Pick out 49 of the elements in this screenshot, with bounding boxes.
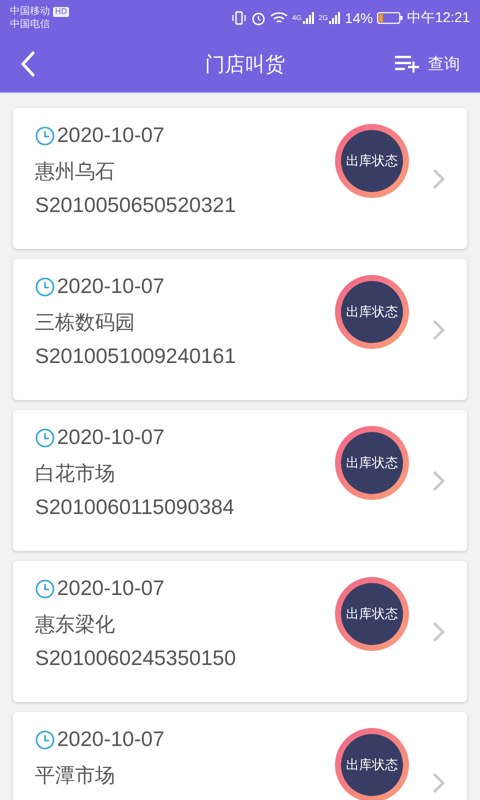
store-name: 惠州乌石 [35,159,116,183]
store-name: 三栋数码园 [35,310,136,334]
order-date: 2020-10-07 [57,124,164,148]
back-icon[interactable] [20,51,36,77]
clock-time: 中午12:21 [406,9,470,27]
store-name: 惠东梁化 [35,612,116,636]
status-badge: 出库状态 [335,728,409,800]
chevron-right-icon [431,620,445,642]
carrier-name: 中国移动 [10,5,50,18]
order-number: S2010060245350150 [35,647,237,671]
order-number: S2010051009240161 [35,345,237,369]
order-date: 2020-10-07 [57,577,164,601]
clock-icon [35,579,55,599]
page-title: 门店叫货 [205,50,285,78]
store-name: 白花市场 [35,461,116,485]
status-badge: 出库状态 [335,275,409,349]
filter-add-icon [394,55,420,73]
signal-icon [302,12,315,24]
status-badge: 出库状态 [335,124,409,198]
clock-icon [35,428,55,448]
order-date: 2020-10-07 [57,426,164,450]
status-badge: 出库状态 [335,426,409,500]
order-date: 2020-10-07 [57,728,164,752]
order-card[interactable]: 2020-10-07 惠东梁化 S2010060245350150 出库状态 [13,561,467,702]
order-number: S2010060115090384 [35,496,236,520]
order-date: 2020-10-07 [57,275,164,299]
chevron-right-icon [431,168,445,190]
battery-icon [376,12,403,24]
alarm-icon [251,10,266,26]
clock-icon [35,277,55,297]
clock-icon [35,730,55,750]
order-card[interactable]: 2020-10-07 惠州乌石 S2010050650520321 出库状态 [13,108,467,249]
chevron-right-icon [431,772,445,794]
hd-badge: HD [53,6,70,16]
chevron-right-icon [431,318,445,340]
store-name: 平潭市场 [35,763,116,787]
chevron-right-icon [431,470,445,492]
signal-icon [328,12,341,24]
battery-percent: 14% [344,10,373,26]
order-card[interactable]: 2020-10-07 平潭市场 出库状态 [13,712,467,800]
order-number: S2010050650520321 [35,194,237,218]
vibrate-icon [231,11,248,25]
wifi-icon [270,11,288,25]
status-badge: 出库状态 [335,577,409,651]
clock-icon [35,126,55,146]
order-card[interactable]: 2020-10-07 白花市场 S2010060115090384 出库状态 [13,410,467,551]
order-card[interactable]: 2020-10-07 三栋数码园 S2010051009240161 出库状态 [13,259,467,400]
carrier-name: 中国电信 [10,18,51,31]
query-button[interactable]: 查询 [394,54,460,74]
